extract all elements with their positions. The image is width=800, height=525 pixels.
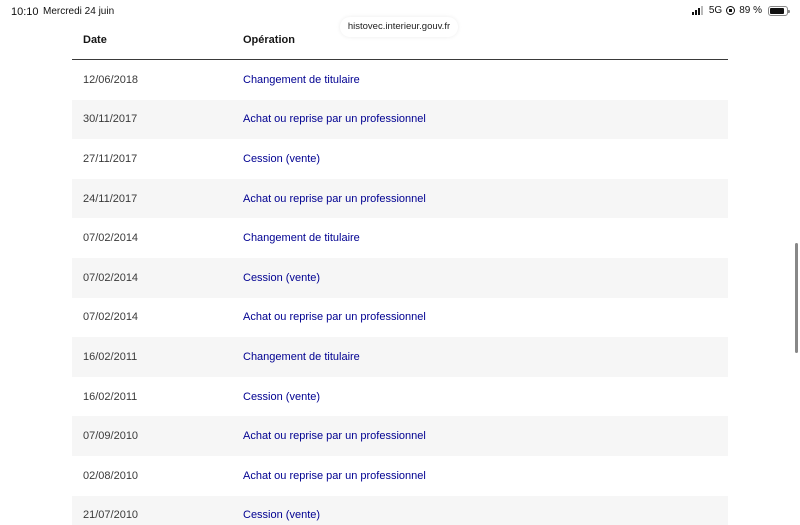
table-body: 12/06/2018 Changement de titulaire 30/11/2… <box>72 60 728 525</box>
row-date: 27/11/2017 <box>83 152 138 165</box>
table-row: 12/06/2018 Changement de titulaire <box>72 60 728 100</box>
table-row: 27/11/2017 Cession (vente) <box>72 139 728 179</box>
table-row: 07/02/2014 Achat ou reprise par un profes… <box>72 298 728 338</box>
row-operation: Achat ou reprise par un professionnel <box>243 430 426 443</box>
network-type: 5G <box>708 5 723 16</box>
table-row: 30/11/2017 Achat ou reprise par un profes… <box>72 99 728 140</box>
page: 10:10 Mercredi 24 juin 5G 89 % histovec.… <box>0 0 800 525</box>
url-bar[interactable]: histovec.interieur.gouv.fr <box>340 17 458 37</box>
row-operation: Cession (vente) <box>243 390 321 403</box>
row-date: 16/02/2011 <box>83 390 138 403</box>
battery-level <box>770 7 785 14</box>
table-row: 16/02/2011 Cession (vente) <box>72 377 728 417</box>
table-row: 16/02/2011 Changement de titulaire <box>72 337 728 377</box>
row-date: 24/11/2017 <box>83 192 138 205</box>
orientation-lock-icon <box>726 6 736 15</box>
row-date: 30/11/2017 <box>83 113 138 126</box>
status-time: 10:10 <box>11 6 39 18</box>
row-date: 07/02/2014 <box>83 232 139 245</box>
row-date: 02/08/2010 <box>83 469 139 482</box>
row-date: 07/02/2014 <box>83 271 139 284</box>
row-operation: Achat ou reprise par un professionnel <box>243 113 426 126</box>
battery-percent: 89 % <box>739 5 762 16</box>
column-header-operation: Opération <box>243 34 295 46</box>
row-operation: Achat ou reprise par un professionnel <box>243 192 426 205</box>
row-date: 07/02/2014 <box>83 311 139 324</box>
row-date: 21/07/2010 <box>83 509 139 522</box>
row-date: 16/02/2011 <box>83 350 138 363</box>
row-operation: Changement de titulaire <box>243 350 360 363</box>
row-operation: Changement de titulaire <box>243 73 360 86</box>
battery-icon <box>768 5 790 16</box>
row-date: 07/09/2010 <box>83 430 139 443</box>
scroll-indicator[interactable] <box>795 243 798 353</box>
status-indicators: 5G 89 % <box>691 5 790 16</box>
row-operation: Cession (vente) <box>243 509 321 522</box>
signal-bars-icon <box>691 6 703 15</box>
row-operation: Achat ou reprise par un professionnel <box>243 311 426 324</box>
row-operation: Cession (vente) <box>243 152 321 165</box>
status-date: Mercredi 24 juin <box>43 6 115 17</box>
row-date: 12/06/2018 <box>83 73 139 86</box>
table-row: 07/02/2014 Changement de titulaire <box>72 218 728 258</box>
table-row: 24/11/2017 Achat ou reprise par un profes… <box>72 178 728 219</box>
table-row: 07/09/2010 Achat ou reprise par un profes… <box>72 416 728 456</box>
table-row: 07/02/2014 Cession (vente) <box>72 257 728 298</box>
row-operation: Cession (vente) <box>243 271 321 284</box>
row-operation: Changement de titulaire <box>243 232 360 245</box>
column-header-date: Date <box>83 34 107 46</box>
table-row: 02/08/2010 Achat ou reprise par un profes… <box>72 456 728 496</box>
row-operation: Achat ou reprise par un professionnel <box>243 469 426 482</box>
table-row: 21/07/2010 Cession (vente) <box>72 495 728 525</box>
